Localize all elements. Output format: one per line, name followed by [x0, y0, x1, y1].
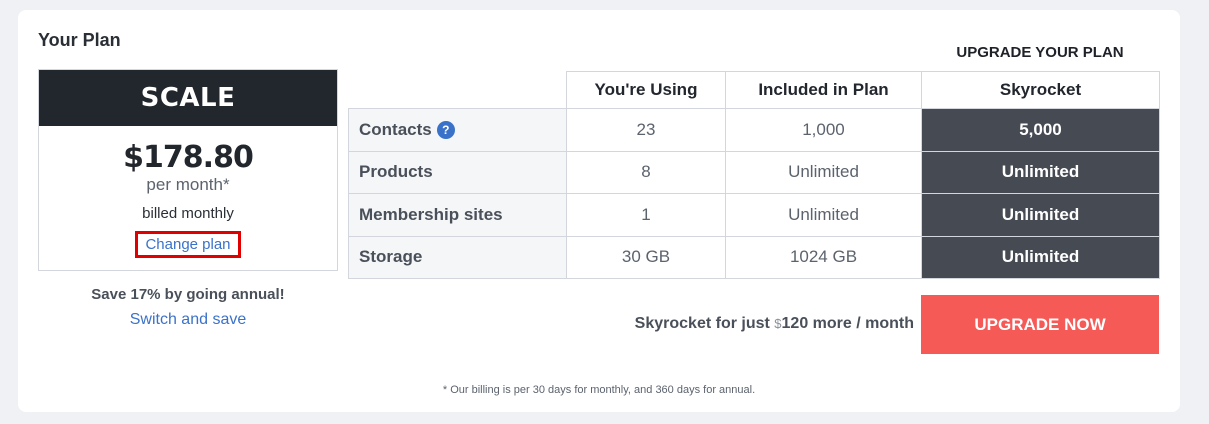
annual-save-text: Save 17% by going annual! — [91, 286, 285, 303]
change-plan-link[interactable]: Change plan — [135, 231, 241, 258]
header-included: Included in Plan — [725, 71, 922, 109]
cell-using: 8 — [566, 150, 726, 194]
card-title: Your Plan — [38, 30, 121, 50]
current-plan-box: SCALE $178.80 per month* billed monthly … — [38, 69, 338, 271]
cell-included: 1024 GB — [725, 235, 922, 279]
change-plan-wrap: Change plan — [39, 231, 337, 258]
switch-and-save-link[interactable]: Switch and save — [38, 311, 338, 329]
upgrade-promo-text: Skyrocket for just $120 more / month — [578, 315, 914, 333]
plan-card: Your Plan SCALE $178.80 per month* bille… — [18, 10, 1180, 412]
row-label-contacts: Contacts? — [348, 108, 567, 152]
cell-skyrocket: Unlimited — [921, 193, 1160, 237]
cell-skyrocket: Unlimited — [921, 150, 1160, 194]
cell-using: 23 — [566, 108, 726, 152]
plan-period: per month* — [146, 175, 230, 194]
cell-using: 1 — [566, 193, 726, 237]
table-header-row: You're Using Included in Plan Skyrocket — [349, 71, 1160, 109]
promo-currency: $ — [774, 316, 782, 331]
cell-included: 1,000 — [725, 108, 922, 152]
header-skyrocket: Skyrocket — [921, 71, 1160, 109]
cell-included: Unlimited — [725, 193, 922, 237]
help-icon[interactable]: ? — [436, 120, 455, 139]
billing-footnote: * Our billing is per 30 days for monthly… — [442, 384, 756, 396]
table-row: Contacts? 23 1,000 5,000 — [348, 108, 1160, 152]
row-label-membership-sites: Membership sites — [348, 193, 567, 237]
promo-amount: 120 more / month — [781, 315, 914, 332]
plan-price: $178.80 — [123, 140, 254, 175]
header-using: You're Using — [566, 71, 726, 109]
row-label-text: Contacts — [359, 119, 432, 139]
cell-included: Unlimited — [725, 150, 922, 194]
row-label-storage: Storage — [348, 235, 567, 279]
table-row: Membership sites 1 Unlimited Unlimited — [348, 193, 1160, 237]
cell-using: 30 GB — [566, 235, 726, 279]
cell-skyrocket: 5,000 — [921, 108, 1160, 152]
upgrade-now-button[interactable]: UPGRADE NOW — [921, 295, 1159, 354]
upgrade-heading: UPGRADE YOUR PLAN — [956, 44, 1124, 61]
plan-comparison-table: You're Using Included in Plan Skyrocket … — [348, 71, 1160, 279]
table-row: Storage 30 GB 1024 GB Unlimited — [348, 235, 1160, 279]
header-blank — [349, 72, 567, 109]
plan-name: SCALE — [39, 70, 337, 126]
row-label-products: Products — [348, 150, 567, 194]
table-row: Products 8 Unlimited Unlimited — [348, 150, 1160, 194]
promo-prefix: Skyrocket for just — [634, 315, 775, 332]
plan-billing: billed monthly — [142, 205, 234, 222]
cell-skyrocket: Unlimited — [921, 235, 1160, 279]
